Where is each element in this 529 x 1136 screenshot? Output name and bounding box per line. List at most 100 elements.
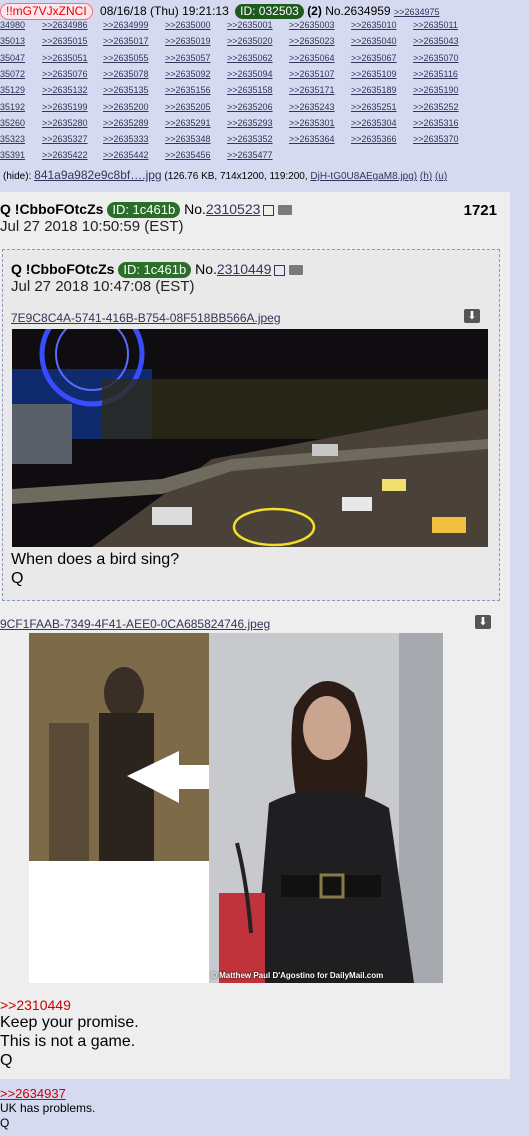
backlink[interactable]: >>2635370 (413, 134, 459, 144)
reply-link[interactable]: >>2634937 (0, 1086, 66, 1101)
backlink[interactable]: >>2635064 (289, 53, 335, 63)
backlink[interactable]: >>2635040 (351, 36, 397, 46)
backlink[interactable]: >>2635327 (42, 134, 88, 144)
backlink[interactable]: >>2635055 (103, 53, 149, 63)
file-link[interactable]: 841a9a982e9c8bf….jpg (34, 168, 161, 182)
backlink[interactable]: >>2635051 (42, 53, 88, 63)
photo-credit: © Matthew Paul D'Agostino for DailyMail.… (211, 971, 384, 980)
unique-link[interactable]: (u) (435, 171, 447, 182)
backlink[interactable]: >>2635301 (289, 118, 335, 128)
backlink[interactable]: >>2635316 (413, 118, 459, 128)
backlink[interactable]: >>2635200 (103, 102, 149, 112)
backlink[interactable]: >>2635251 (351, 102, 397, 112)
folder-icon[interactable] (289, 265, 304, 276)
backlink[interactable]: >>2635057 (165, 53, 211, 63)
backlink[interactable]: >>2635107 (289, 69, 335, 79)
quoted-post: Q !CbboFOtcZs ID: 1c461b No.2310449 Jul … (2, 249, 500, 601)
backlink[interactable]: >>2635132 (42, 85, 88, 95)
backlink[interactable]: >>2635442 (103, 150, 149, 160)
backlink[interactable]: 35323 (0, 134, 25, 144)
backlink[interactable]: >>2635158 (227, 85, 273, 95)
backlink[interactable]: >>2635011 (413, 20, 458, 30)
backlink[interactable]: 35013 (0, 36, 25, 46)
backlink[interactable]: >>2635291 (165, 118, 211, 128)
backlink[interactable]: >>2635043 (413, 36, 459, 46)
backlink[interactable]: >>2635304 (351, 118, 397, 128)
backlink[interactable]: 35391 (0, 150, 25, 160)
post-image[interactable] (12, 329, 488, 547)
backlink[interactable]: >>2635062 (227, 53, 273, 63)
backlink[interactable]: 35192 (0, 102, 25, 112)
backlink[interactable]: >>2635015 (42, 36, 88, 46)
backlink[interactable]: >>2635199 (42, 102, 88, 112)
backlink[interactable]: >>2635206 (227, 102, 273, 112)
backlink[interactable]: >>2635156 (165, 85, 211, 95)
hide-toggle[interactable]: (hide): (3, 171, 31, 182)
backlink[interactable]: >>2635001 (227, 20, 273, 30)
reply-link[interactable]: >>2310449 (0, 997, 71, 1013)
image-filename-link[interactable]: 9CF1FAAB-7349-4F41-AEE0-0CA685824746.jpe… (0, 617, 270, 631)
backlink[interactable]: >>2634999 (103, 20, 149, 30)
post-text-line: This is not a game. (0, 1033, 136, 1050)
backlink[interactable]: 34980 (0, 20, 25, 30)
backlink[interactable]: >>2635364 (289, 134, 335, 144)
backlink[interactable]: >>2635023 (289, 36, 335, 46)
backlink[interactable]: >>2635020 (227, 36, 273, 46)
backlink[interactable]: >>2635333 (103, 134, 149, 144)
backlink[interactable]: >>2635000 (165, 20, 211, 30)
folder-icon[interactable] (278, 205, 293, 216)
download-icon[interactable]: ⬇ (464, 309, 480, 323)
backlink[interactable]: >>2635477 (227, 150, 273, 160)
post-number[interactable]: No.2634959 (325, 4, 390, 18)
backlink[interactable]: >>2635076 (42, 69, 88, 79)
backlink[interactable]: 35047 (0, 53, 25, 63)
poster-id-badge[interactable]: ID: 032503 (235, 4, 304, 19)
backlink[interactable]: >>2635078 (103, 69, 149, 79)
backlink[interactable]: >>2635109 (351, 69, 397, 79)
image-filename-link[interactable]: 7E9C8C4A-5741-416B-B754-08F518BB566A.jpe… (11, 311, 281, 325)
external-link-icon[interactable] (274, 264, 286, 276)
backlink[interactable]: >>2635067 (351, 53, 397, 63)
external-link-icon[interactable] (263, 204, 275, 216)
backlink[interactable]: >>2635280 (42, 118, 88, 128)
backlink[interactable]: >>2635190 (413, 85, 459, 95)
original-filename[interactable]: DjH-tG0U8AEgaM8.jpg) (310, 171, 417, 182)
backlink[interactable]: 35260 (0, 118, 25, 128)
backlink[interactable]: >>2635171 (289, 85, 335, 95)
file-info: (hide): 841a9a982e9c8bf….jpg (126.76 KB,… (3, 168, 447, 182)
backlink[interactable]: >>2635205 (165, 102, 211, 112)
backlink[interactable]: >>2635094 (227, 69, 273, 79)
hash-link[interactable]: (h) (420, 171, 432, 182)
backlink[interactable]: >>2635456 (165, 150, 211, 160)
download-icon[interactable]: ⬇ (475, 615, 491, 629)
backlink[interactable]: >>2635243 (289, 102, 335, 112)
post-date: Jul 27 2018 10:50:59 (EST) (0, 218, 184, 235)
post-image-graphic (29, 633, 443, 983)
poster-id-badge[interactable]: ID: 1c461b (107, 202, 181, 218)
backlink[interactable]: >>2635366 (351, 134, 397, 144)
backlink[interactable]: >>2634986 (42, 20, 88, 30)
backlink[interactable]: >>2635293 (227, 118, 273, 128)
post-number-link[interactable]: 2310523 (206, 201, 261, 217)
backlink[interactable]: >>2635010 (351, 20, 397, 30)
backlink[interactable]: >>2635289 (103, 118, 149, 128)
backlink[interactable]: >>2635017 (103, 36, 149, 46)
backlink[interactable]: >>2635352 (227, 134, 273, 144)
poster-name: Q !CbboFOtcZs (0, 201, 104, 217)
backlink[interactable]: >>2635003 (289, 20, 335, 30)
backlink[interactable]: 35072 (0, 69, 25, 79)
backlink[interactable]: >>2635252 (413, 102, 459, 112)
post-number-link[interactable]: 2310449 (217, 261, 272, 277)
backlink[interactable]: >>2635116 (413, 69, 458, 79)
post-image[interactable]: © Matthew Paul D'Agostino for DailyMail.… (29, 633, 443, 983)
backlink[interactable]: 35129 (0, 85, 25, 95)
backlink[interactable]: >>2634975 (394, 7, 440, 17)
backlink[interactable]: >>2635070 (413, 53, 459, 63)
backlink[interactable]: >>2635348 (165, 134, 211, 144)
backlink[interactable]: >>2635422 (42, 150, 88, 160)
backlink[interactable]: >>2635135 (103, 85, 149, 95)
backlink[interactable]: >>2635019 (165, 36, 211, 46)
poster-id-badge[interactable]: ID: 1c461b (118, 262, 192, 278)
backlink[interactable]: >>2635092 (165, 69, 211, 79)
backlink[interactable]: >>2635189 (351, 85, 397, 95)
